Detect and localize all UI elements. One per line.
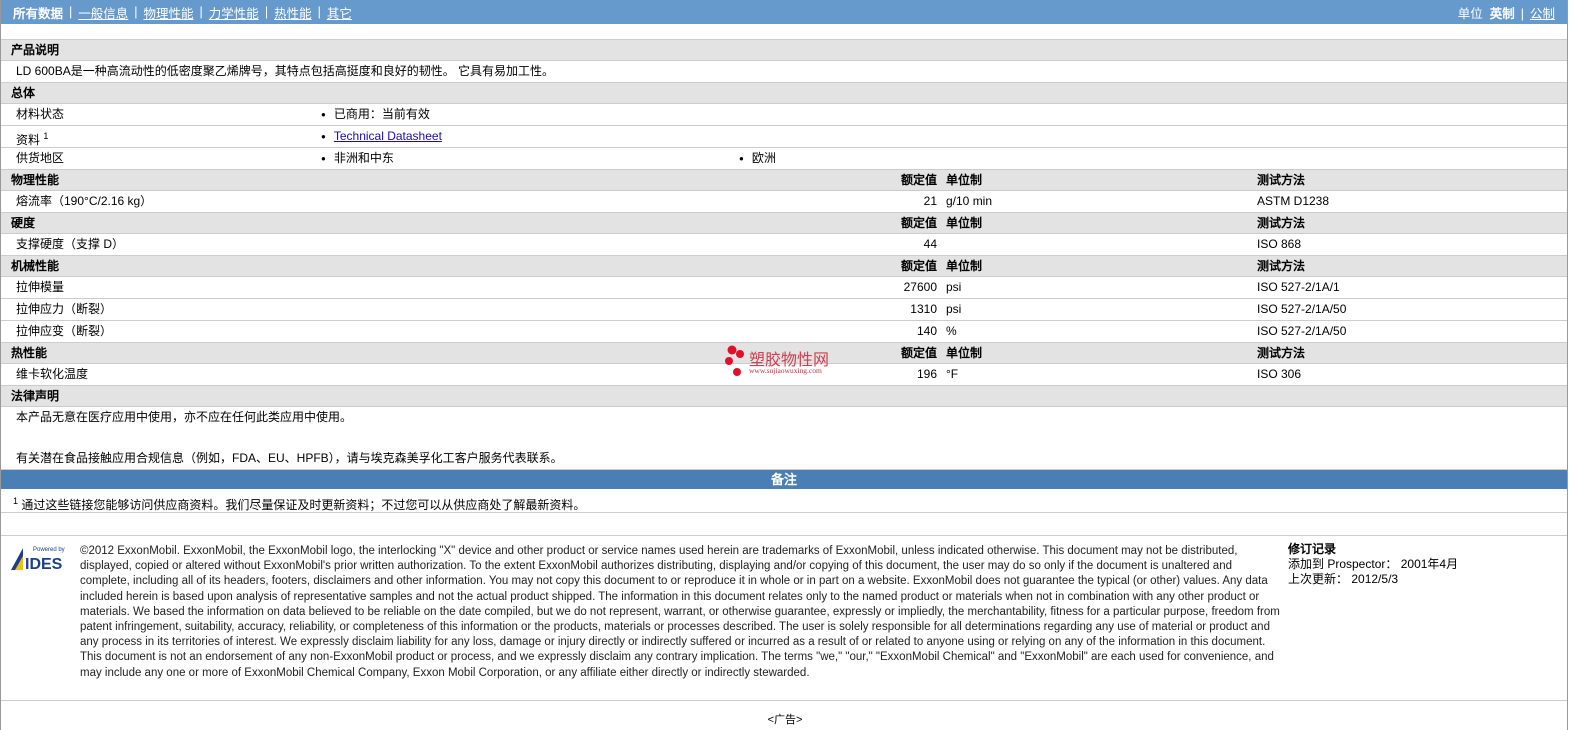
property-value: 44 [923, 237, 937, 251]
property-label: 支撑硬度（支撑 D） [16, 237, 125, 251]
property-unit: °F [946, 367, 959, 381]
ad-label: <广告> [767, 714, 803, 726]
notes-header: 备注 [1, 470, 1567, 489]
property-label: 拉伸应力（断裂） [16, 302, 113, 316]
row-label: 材料状态 [16, 107, 65, 121]
svg-text:Powered by: Powered by [33, 547, 65, 553]
section-header: 机械性能 额定值 单位制 测试方法 [1, 256, 1567, 277]
technical-datasheet-link[interactable]: Technical Datasheet [334, 129, 442, 143]
property-label: 熔流率（190°C/2.16 kg） [16, 194, 153, 208]
section-header: 硬度 额定值 单位制 测试方法 [1, 213, 1567, 234]
test-method: ISO 868 [1257, 237, 1302, 251]
description-text: LD 600BA是一种高流动性的低密度聚乙烯牌号，其特点包括高挺度和良好的韧性。… [16, 64, 555, 78]
test-method: ISO 527-2/1A/50 [1257, 302, 1347, 316]
property-value: 140 [916, 324, 937, 338]
property-unit: % [946, 324, 957, 338]
test-method: ISO 527-2/1A/1 [1257, 280, 1340, 294]
col-header-value: 额定值 [900, 216, 937, 230]
col-header-method: 测试方法 [1257, 346, 1306, 360]
footnote: 1 通过这些链接您能够访问供应商资料。我们尽量保证及时更新资料；不过您可以从供应… [1, 489, 1567, 513]
region: 非洲和中东 [321, 148, 394, 169]
col-header-unit: 单位制 [946, 216, 983, 230]
property-label: 维卡软化温度 [16, 367, 89, 381]
property-unit: psi [946, 280, 962, 294]
property-row: 拉伸应变（断裂） 140% ISO 527-2/1A/50 [1, 321, 1567, 343]
unit-metric[interactable]: 公制 [1530, 7, 1555, 21]
svg-text:IDES: IDES [25, 556, 63, 572]
test-method: ISO 527-2/1A/50 [1257, 324, 1347, 338]
section-header-legal: 法律声明 [1, 386, 1567, 407]
nav-all-data[interactable]: 所有数据 [13, 3, 63, 22]
disclaimer-text: ©2012 ExxonMobil. ExxonMobil, the ExxonM… [80, 545, 1280, 679]
col-header-value: 额定值 [900, 346, 937, 360]
col-header-unit: 单位制 [946, 259, 983, 273]
region: 欧洲 [739, 148, 776, 169]
property-row: 拉伸模量 27600 psi ISO 527-2/1A/1 [1, 277, 1567, 299]
page: 所有数据 | 一般信息 | 物理性能 | 力学性能 | 热性能 | 其它 单位 英制 | 公制… [0, 0, 1568, 730]
test-method: ISO 306 [1257, 367, 1302, 381]
section-header-general: 总体 [1, 83, 1567, 104]
col-header-method: 测试方法 [1257, 216, 1306, 230]
property-value: 196 [916, 367, 937, 381]
property-label: 拉伸应变（断裂） [16, 324, 113, 338]
nav-mechanical[interactable]: 力学性能 [209, 3, 259, 22]
property-value: 1310 [910, 302, 937, 316]
revision-history: 修订记录 添加到 Prospector： 2001年4月 上次更新： 2012/… [1288, 542, 1459, 586]
test-method: ASTM D1238 [1257, 194, 1330, 208]
unit-imperial: 英制 [1489, 6, 1515, 21]
material-status: 已商用：当前有效 [321, 104, 430, 125]
unit-switcher: 单位 英制 | 公制 [1457, 6, 1555, 21]
legal-line-1: 本产品无意在医疗应用中使用，亦不应在任何此类应用中使用。 [16, 410, 353, 424]
nav-thermal[interactable]: 热性能 [274, 3, 312, 22]
property-unit: g/10 min [946, 194, 993, 208]
nav-general[interactable]: 一般信息 [78, 3, 128, 22]
property-value: 21 [923, 194, 937, 208]
nav-other[interactable]: 其它 [327, 3, 352, 22]
top-nav: 所有数据 | 一般信息 | 物理性能 | 力学性能 | 热性能 | 其它 单位 英制 | 公制 [1, 0, 1567, 24]
property-unit: psi [946, 302, 962, 316]
col-header-unit: 单位制 [946, 173, 983, 187]
property-label: 拉伸模量 [16, 280, 65, 294]
col-header-method: 测试方法 [1257, 173, 1306, 187]
nav-physical[interactable]: 物理性能 [144, 3, 194, 22]
section-header: 物理性能 额定值 单位制 测试方法 [1, 170, 1567, 191]
section-header-description: 产品说明 [1, 40, 1567, 61]
col-header-unit: 单位制 [946, 346, 983, 360]
watermark-logo: 塑胶物性网 www.sujiaowuxing.com [723, 344, 863, 380]
property-value: 27600 [903, 280, 937, 294]
footer: Powered by IDES ©2012 ExxonMobil. ExxonM… [1, 535, 1567, 701]
property-row: 支撑硬度（支撑 D） 44 ISO 868 [1, 234, 1567, 256]
ides-logo: Powered by IDES [11, 547, 65, 572]
legal-line-2: 有关潜在食品接触应用合规信息（例如，FDA、EU、HPFB），请与埃克森美孚化工… [16, 451, 563, 465]
units-label: 单位 [1457, 6, 1483, 21]
col-header-method: 测试方法 [1257, 259, 1306, 273]
property-row: 拉伸应力（断裂） 1310 psi ISO 527-2/1A/50 [1, 299, 1567, 321]
property-row: 熔流率（190°C/2.16 kg） 21 g/10 min ASTM D1238 [1, 191, 1567, 213]
col-header-value: 额定值 [900, 259, 937, 273]
row-label: 供货地区 [16, 151, 65, 165]
col-header-value: 额定值 [900, 173, 937, 187]
